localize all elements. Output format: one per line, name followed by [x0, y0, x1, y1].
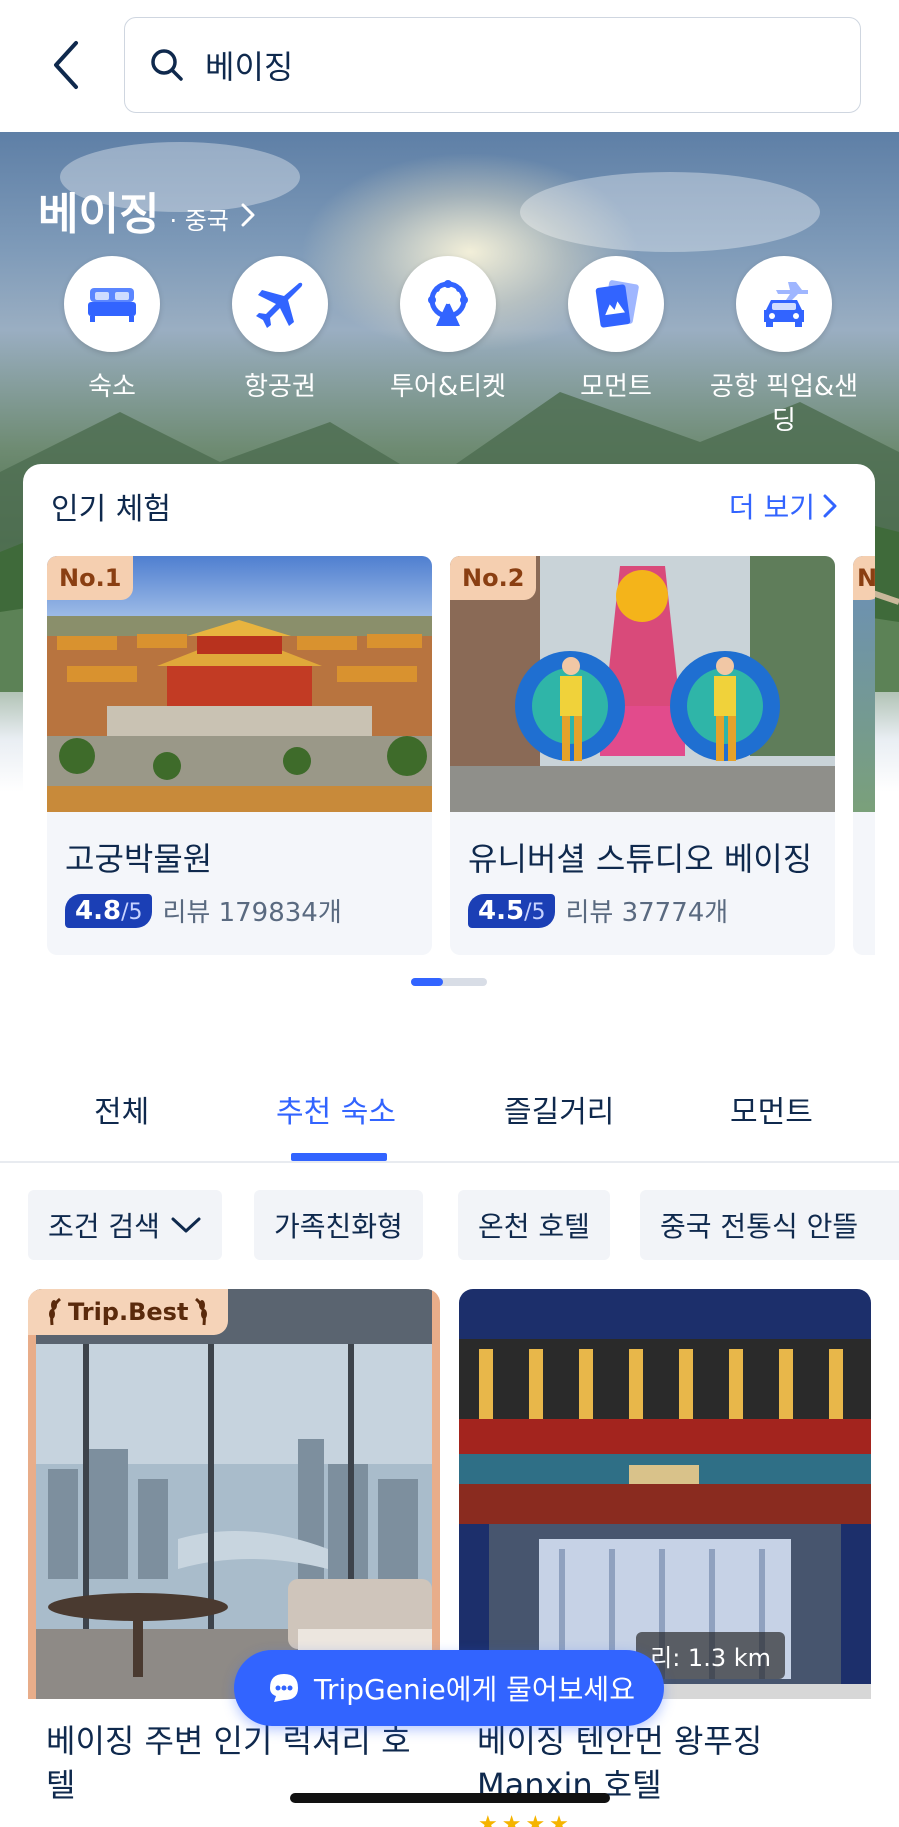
quick-link-label: 모먼트: [580, 372, 652, 402]
experience-card[interactable]: No.1 고궁박물원 4.8/5 리뷰 179834개: [47, 556, 432, 955]
quick-link-tours[interactable]: 투어&티켓: [358, 256, 538, 404]
review-count: 리뷰 179834개: [162, 898, 342, 928]
tab-recommended-stays[interactable]: 추천 숙소: [276, 1087, 396, 1131]
search-icon: [151, 49, 183, 81]
rating-value: 4.8: [75, 895, 122, 926]
rank-badge: No.2: [450, 556, 537, 600]
review-count: 리뷰 37774개: [565, 898, 729, 928]
hotel-room-image: Trip.Best: [28, 1289, 440, 1699]
experience-image: N: [853, 556, 875, 812]
quick-link-moments[interactable]: 모먼트: [526, 256, 706, 404]
rank-badge: N: [853, 556, 875, 600]
quick-link-stay[interactable]: 숙소: [22, 256, 202, 404]
airplane-icon: [256, 282, 303, 328]
experience-card[interactable]: N: [853, 556, 875, 955]
quick-link-icon-bg: [568, 256, 664, 352]
airport-car-icon: [764, 282, 808, 327]
quick-link-icon-bg: [64, 256, 160, 352]
ferris-wheel-icon: [428, 280, 468, 326]
trip-best-badge: Trip.Best: [28, 1289, 229, 1335]
city-name: 베이징: [38, 189, 160, 240]
filter-chip[interactable]: 중국 전통식 안뜰: [640, 1190, 899, 1260]
experience-name: 유니버셜 스튜디오 베이징: [468, 840, 813, 878]
hotel-facade-image: 리: 1.3 km: [459, 1289, 871, 1699]
forbidden-city-image: No.1: [47, 556, 432, 812]
rating-badge: 4.8/5: [65, 893, 153, 928]
moments-icon: [595, 280, 639, 328]
filter-chip[interactable]: 가족친화형: [254, 1190, 423, 1260]
country-name: · 중국: [169, 207, 229, 235]
quick-link-flights[interactable]: 항공권: [190, 256, 370, 404]
tripgenie-button[interactable]: TripGenie에게 물어보세요: [234, 1650, 664, 1726]
more-link-label: 더 보기: [728, 491, 815, 524]
rating-row: 4.8/5 리뷰 179834개: [65, 892, 342, 929]
hero-cloud: [520, 172, 820, 252]
chevron-right-icon: [241, 203, 255, 227]
filter-search-dropdown[interactable]: 조건 검색: [28, 1190, 222, 1260]
quick-link-icon-bg: [736, 256, 832, 352]
rating-value: 4.5: [478, 895, 525, 926]
quick-links: 숙소 항공권 투어&티켓 모먼트 공항 픽업&샌 딩: [0, 256, 899, 456]
filter-chip[interactable]: 온천 호텔: [458, 1190, 610, 1260]
tabs-divider: [0, 1161, 899, 1163]
more-link[interactable]: 더 보기: [729, 486, 839, 526]
tab-moments[interactable]: 모먼트: [730, 1087, 813, 1131]
bed-icon: [88, 288, 136, 322]
quick-link-label: 공항 픽업&샌 딩: [709, 372, 859, 436]
active-tab-indicator: [291, 1153, 387, 1161]
home-indicator: [290, 1793, 610, 1803]
universal-studios-image: No.2: [450, 556, 835, 812]
chip-label: 조건 검색: [48, 1210, 160, 1243]
tab-all[interactable]: 전체: [94, 1087, 149, 1131]
search-input[interactable]: [205, 46, 805, 84]
rating-badge: 4.5/5: [468, 893, 556, 928]
laurel-icon: [49, 1297, 62, 1326]
quick-link-airport-transfer[interactable]: 공항 픽업&샌 딩: [694, 256, 874, 438]
experience-name: 고궁박물원: [65, 840, 213, 878]
rating-max: /5: [524, 899, 546, 925]
hotel-star-rating: ★★★★: [478, 1812, 573, 1827]
tab-things-to-do[interactable]: 즐길거리: [504, 1087, 614, 1131]
trip-best-label: Trip.Best: [68, 1298, 189, 1326]
chevron-left-icon: [54, 41, 78, 89]
header: [0, 0, 899, 132]
tripgenie-label: TripGenie에게 물어보세요: [314, 1673, 635, 1706]
city-header[interactable]: 베이징 · 중국: [38, 178, 259, 242]
pager-active-dot: [411, 978, 443, 986]
search-bar[interactable]: [124, 17, 861, 113]
quick-link-label: 항공권: [244, 372, 316, 402]
hotel-card[interactable]: 리: 1.3 km 베이징 텐안먼 왕푸징 Manxin 호텔: [459, 1289, 871, 1827]
quick-link-icon-bg: [232, 256, 328, 352]
popular-experiences-card: 인기 체험 더 보기 No.1 고궁박물원 4.8/5 리뷰 179834개 N…: [23, 464, 875, 1015]
section-title: 인기 체험: [51, 492, 171, 527]
back-button[interactable]: [40, 34, 90, 96]
chevron-right-icon: [823, 494, 837, 518]
experience-card[interactable]: No.2 유니버셜 스튜디오 베이징 4.5/5 리뷰 37774개: [450, 556, 835, 955]
quick-link-icon-bg: [400, 256, 496, 352]
rating-row: 4.5/5 리뷰 37774개: [468, 892, 728, 929]
rating-max: /5: [121, 899, 143, 925]
hotel-card[interactable]: Trip.Best 베이징 주변 인기 럭셔리 호 텔: [28, 1289, 440, 1827]
chevron-down-icon: [171, 1217, 201, 1233]
laurel-icon: [195, 1297, 208, 1326]
carousel-pager: [411, 978, 487, 986]
chat-assistant-icon: [270, 1674, 298, 1702]
quick-link-label: 투어&티켓: [390, 372, 506, 402]
quick-link-label: 숙소: [88, 372, 136, 402]
rank-badge: No.1: [47, 556, 134, 600]
